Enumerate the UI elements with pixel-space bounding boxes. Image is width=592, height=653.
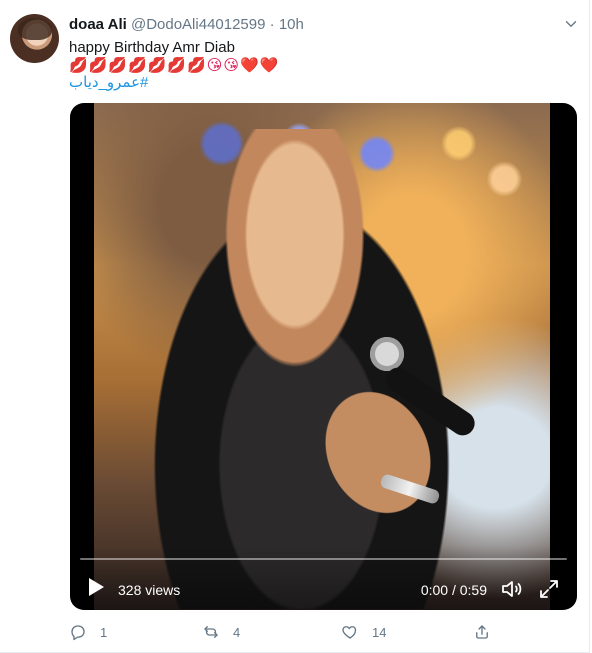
tweet-text: happy Birthday Amr Diab xyxy=(69,39,235,56)
reply-icon xyxy=(71,625,85,641)
tweet-time[interactable]: 10h xyxy=(279,16,304,33)
retweet-button[interactable]: 4 xyxy=(202,621,240,643)
reply-button[interactable]: 1 xyxy=(69,621,107,643)
author-handle[interactable]: @DodoAli44012599 xyxy=(131,16,266,33)
volume-icon[interactable] xyxy=(500,577,524,601)
tweet-hashtag-link[interactable]: #عمرو_دياب xyxy=(69,73,148,93)
retweet-icon xyxy=(204,626,218,638)
play-icon[interactable] xyxy=(87,577,105,597)
like-count: 14 xyxy=(372,624,387,640)
fullscreen-icon[interactable] xyxy=(537,577,561,601)
tweet-header: doaa Ali @DodoAli44012599 · 10h xyxy=(69,16,304,34)
microphone-icon xyxy=(370,337,404,371)
tweet-actions: 1 4 14 xyxy=(69,621,499,643)
retweet-count: 4 xyxy=(233,624,241,640)
reply-count: 1 xyxy=(100,624,108,640)
author-name[interactable]: doaa Ali xyxy=(69,16,127,33)
like-button[interactable]: 14 xyxy=(341,621,386,643)
chevron-down-icon[interactable] xyxy=(562,15,580,33)
heart-icon xyxy=(342,626,357,639)
avatar[interactable] xyxy=(10,14,59,63)
share-button[interactable] xyxy=(473,621,491,643)
video-progress-bar[interactable] xyxy=(80,558,567,560)
video-timecode: 0:00 / 0:59 xyxy=(420,582,487,598)
video-frame[interactable] xyxy=(94,103,550,610)
share-icon xyxy=(476,625,488,639)
separator: · xyxy=(269,16,275,33)
video-subject xyxy=(152,129,492,609)
video-views: 328 views xyxy=(118,582,181,598)
tweet-card[interactable]: doaa Ali @DodoAli44012599 · 10h happy Bi… xyxy=(0,0,590,653)
video-player[interactable]: 328 views 0:00 / 0:59 xyxy=(70,103,577,610)
